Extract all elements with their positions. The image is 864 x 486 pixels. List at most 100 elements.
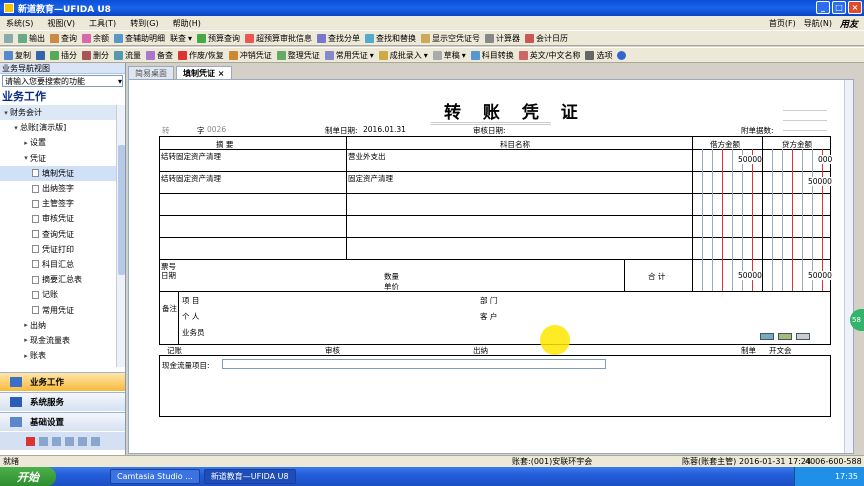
shortcut-icon[interactable]	[78, 436, 87, 446]
menu-help[interactable]: 帮助(H)	[173, 18, 201, 29]
collapsed-arrow-icon[interactable]: ▸	[22, 139, 30, 147]
tree-item[interactable]: 科目汇总	[0, 257, 116, 272]
tree-item[interactable]: ▾ 财务会计	[0, 105, 116, 121]
tree-item[interactable]: 查询凭证	[0, 227, 116, 242]
start-button[interactable]: 开始	[0, 467, 56, 486]
voucher-number[interactable]: 0026	[207, 125, 226, 134]
dropdown-icon[interactable]: ▾	[118, 77, 122, 86]
nav-business-work[interactable]: 业务工作	[0, 372, 125, 391]
menu-goto[interactable]: 转到(G)	[130, 18, 158, 29]
lang-toggle-button[interactable]: 英文/中文名称	[518, 50, 580, 61]
save-button[interactable]	[36, 50, 45, 60]
tree-item[interactable]: 常用凭证	[0, 302, 116, 317]
document-scrollbar[interactable]	[844, 80, 853, 453]
tree-item[interactable]: 主管签字	[0, 196, 116, 211]
expanded-arrow-icon[interactable]: ▾	[12, 124, 20, 132]
card-icon[interactable]	[796, 333, 810, 340]
row1-credit[interactable]: 000	[818, 155, 833, 164]
shortcut-icon[interactable]	[26, 436, 35, 446]
collapsed-arrow-icon[interactable]: ▸	[22, 336, 30, 344]
tree-scrollbar[interactable]	[116, 105, 125, 367]
nav-link[interactable]: 导航(N)	[804, 18, 832, 29]
tab-simple-desktop[interactable]: 简易桌面	[128, 66, 174, 79]
nav-basic-settings[interactable]: 基础设置	[0, 412, 125, 431]
account-convert-button[interactable]: 科目转换	[470, 50, 514, 61]
task-u8[interactable]: 新道教育—UFIDA U8	[203, 469, 296, 484]
show-empty-button[interactable]: 显示空凭证号	[421, 33, 480, 44]
row1-debit[interactable]: 50000	[738, 155, 762, 164]
shortcut-icon[interactable]	[65, 436, 74, 446]
close-tab-icon[interactable]: ×	[218, 69, 225, 78]
shortcut-icon[interactable]	[52, 436, 61, 446]
tree-item[interactable]: ▸ 设置	[0, 135, 116, 150]
budget-query-button[interactable]: 预算查询	[197, 33, 240, 44]
find-replace-button[interactable]: 查找和替换	[365, 33, 416, 44]
flow-button[interactable]: 流量	[114, 50, 141, 61]
expanded-arrow-icon[interactable]: ▾	[2, 109, 10, 117]
tree-item[interactable]: ▸ 账表	[0, 348, 116, 363]
aux-detail-button[interactable]: 查辅助明细	[114, 33, 165, 44]
row2-credit[interactable]: 50000	[808, 177, 832, 186]
tree-item[interactable]: 出纳签字	[0, 181, 116, 196]
tree-item[interactable]: ▾ 总账[演示版]	[0, 120, 116, 135]
insert-split-button[interactable]: 插分	[50, 50, 77, 61]
tree-item[interactable]: 填制凭证	[0, 165, 116, 181]
row2-account[interactable]: 固定资产清理	[348, 173, 393, 184]
delete-split-button[interactable]: 删分	[82, 50, 109, 61]
tree-item[interactable]: 审核凭证	[0, 211, 116, 226]
draft-button[interactable]: 草稿 ▾	[432, 50, 466, 61]
card-icon[interactable]	[760, 333, 774, 340]
expanded-arrow-icon[interactable]: ▾	[22, 154, 30, 162]
help-icon[interactable]	[617, 50, 627, 60]
make-date-value[interactable]: 2016.01.31	[363, 125, 406, 134]
cash-flow-input[interactable]	[222, 359, 606, 369]
task-camtasia[interactable]: Camtasia Studio ...	[110, 469, 200, 484]
calculator-button[interactable]: 计算器	[485, 33, 520, 44]
row1-summary[interactable]: 结转固定资产清理	[161, 151, 221, 162]
query-button[interactable]: 查询	[50, 33, 77, 44]
reverse-button[interactable]: 冲销凭证	[228, 50, 272, 61]
organize-button[interactable]: 整理凭证	[276, 50, 320, 61]
close-button[interactable]: ×	[848, 1, 862, 14]
minimize-button[interactable]: _	[816, 1, 830, 14]
note-icons	[760, 333, 810, 340]
card-icon[interactable]	[778, 333, 792, 340]
find-split-button[interactable]: 查找分单	[317, 33, 360, 44]
print-button[interactable]	[4, 33, 13, 43]
tab-fill-voucher[interactable]: 填制凭证 ×	[176, 66, 232, 79]
maximize-button[interactable]: □	[832, 1, 846, 14]
dept-label: 部 门	[480, 296, 498, 305]
tree-item[interactable]: ▸ 出纳	[0, 318, 116, 333]
function-search-input[interactable]: 请输入您要搜索的功能 ▾	[2, 75, 123, 87]
void-button[interactable]: 作废/恢复	[178, 50, 224, 61]
tree-item[interactable]: 摘要汇总表	[0, 272, 116, 287]
tree-item[interactable]: 记账	[0, 287, 116, 302]
collapsed-arrow-icon[interactable]: ▸	[22, 321, 30, 329]
options-button[interactable]: 选项	[585, 50, 612, 61]
calendar-button[interactable]: 会计日历	[525, 33, 568, 44]
shortcut-icon[interactable]	[91, 436, 100, 446]
export-button[interactable]: 输出	[18, 33, 45, 44]
common-voucher-button[interactable]: 常用凭证 ▾	[324, 50, 374, 61]
row2-summary[interactable]: 结转固定资产清理	[161, 173, 221, 184]
document-icon	[32, 199, 39, 208]
copy-button[interactable]: 复制	[4, 50, 31, 61]
tree-item[interactable]: 凭证打印	[0, 242, 116, 257]
menu-tools[interactable]: 工具(T)	[89, 18, 116, 29]
tree-item[interactable]: ▾ 凭证	[0, 151, 116, 166]
link-query-button[interactable]: 联查 ▾	[170, 33, 192, 44]
menu-view[interactable]: 视图(V)	[47, 18, 75, 29]
home-link[interactable]: 首页(F)	[769, 18, 796, 29]
balance-button[interactable]: 余额	[82, 33, 109, 44]
voucher-type[interactable]: 转	[162, 125, 170, 136]
tree-item[interactable]: ▸ 现金流量表	[0, 333, 116, 348]
menu-system[interactable]: 系统(S)	[6, 18, 33, 29]
memo-button[interactable]: 备查	[146, 50, 173, 61]
row1-account[interactable]: 营业外支出	[348, 151, 386, 162]
batch-entry-button[interactable]: 成批录入 ▾	[378, 50, 428, 61]
nav-system-service[interactable]: 系统服务	[0, 392, 125, 411]
over-budget-button[interactable]: 超预算审批信息	[245, 33, 312, 44]
shortcut-icon[interactable]	[39, 436, 48, 446]
tree-item-label: 凭证打印	[42, 244, 74, 254]
collapsed-arrow-icon[interactable]: ▸	[22, 352, 30, 360]
